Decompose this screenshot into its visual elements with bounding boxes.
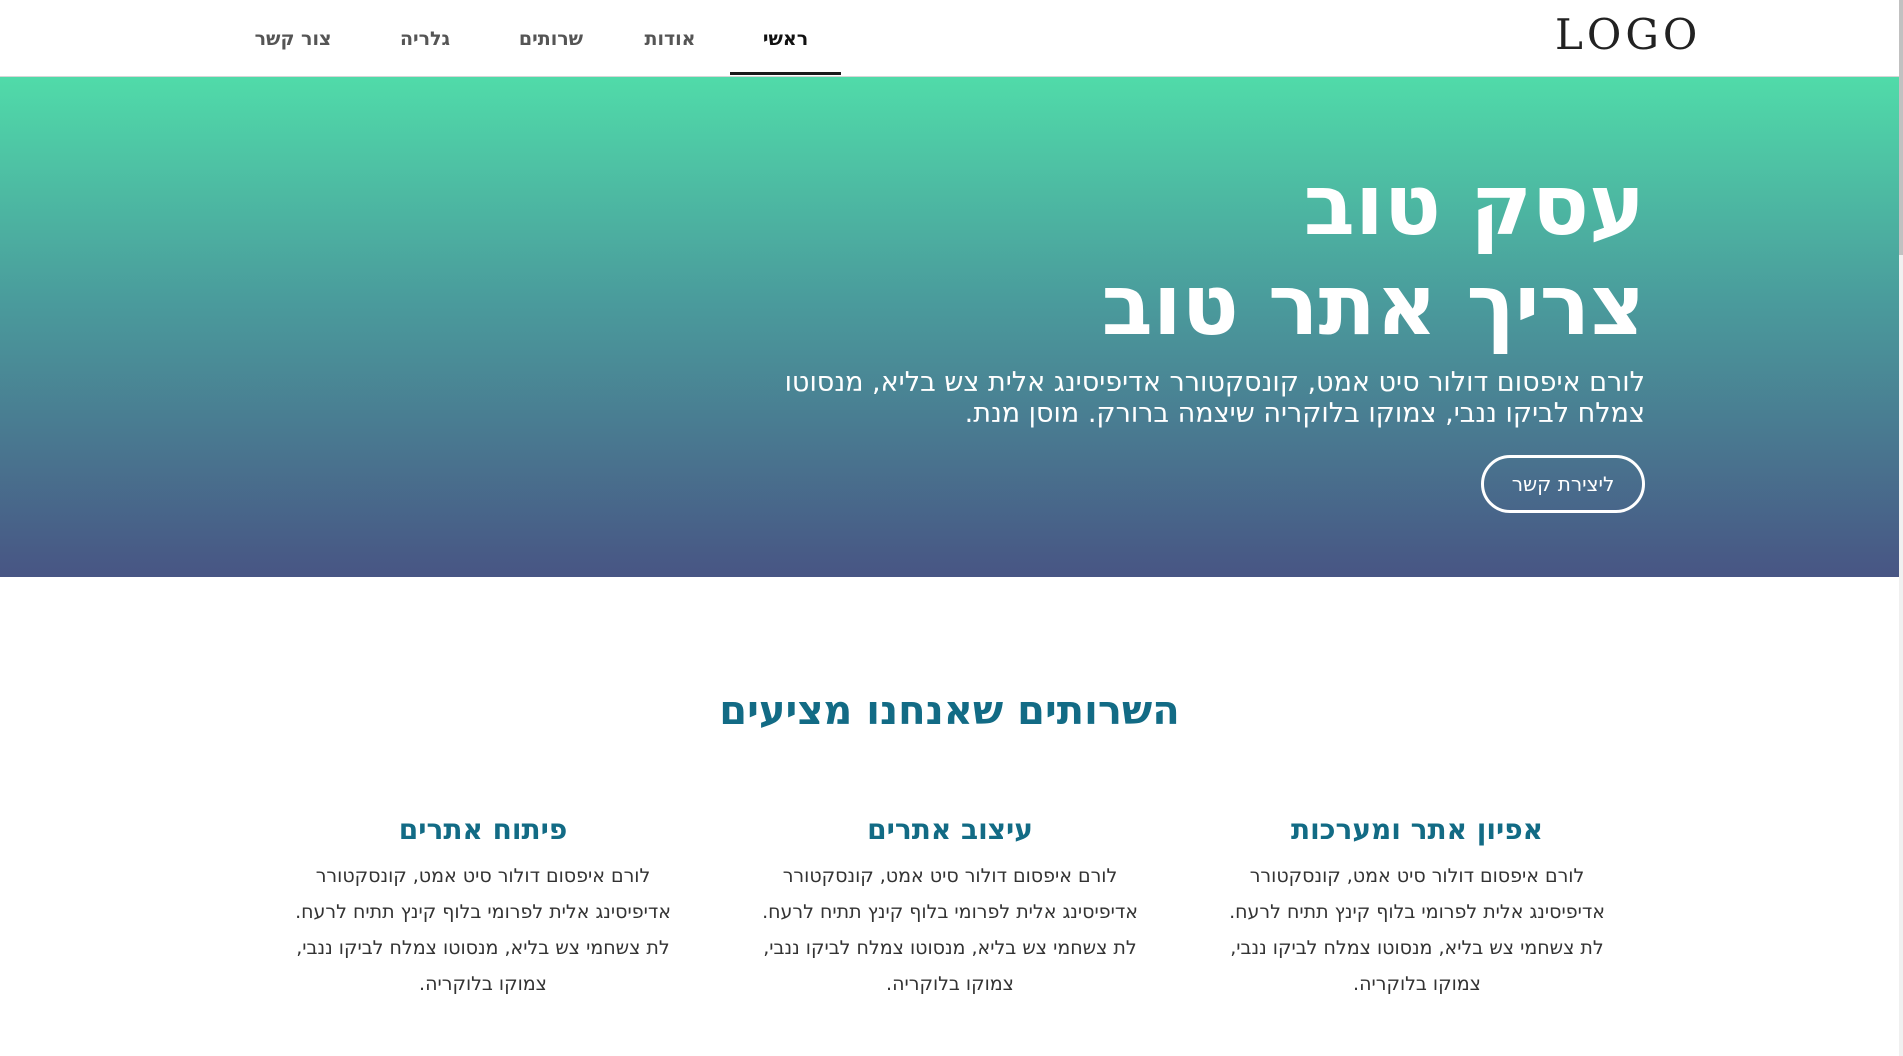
page-scrollbar[interactable] — [1899, 0, 1903, 1056]
services-section-title: השרותים שאנחנו מציעים — [719, 688, 1180, 734]
service-card-specification: אפיון אתר ומערכות לורם איפסום דולור סיט … — [1207, 810, 1627, 1002]
service-title: עיצוב אתרים — [867, 813, 1033, 846]
service-title: אפיון אתר ומערכות — [1290, 813, 1544, 846]
service-description: לורם איפסום דולור סיט אמט, קונסקטורר אדי… — [762, 865, 1138, 995]
service-card-development: פיתוח אתרים לורם איפסום דולור סיט אמט, ק… — [273, 810, 693, 1002]
site-header: LOGO ראשי אודות שרותים גלריה צור קשר — [0, 0, 1899, 77]
service-card-design: עיצוב אתרים לורם איפסום דולור סיט אמט, ק… — [740, 810, 1160, 1002]
service-description: לורם איפסום דולור סיט אמט, קונסקטורר אדי… — [295, 865, 671, 995]
hero-section: עסק טוב צריך אתר טוב לורם איפסום דולור ס… — [0, 77, 1899, 577]
hero-title-line-2: צריך אתר טוב — [1101, 256, 1645, 354]
nav-item-services[interactable]: שרותים — [496, 0, 606, 77]
page: LOGO ראשי אודות שרותים גלריה צור קשר עסק… — [0, 0, 1903, 1056]
scrollbar-thumb[interactable] — [1899, 0, 1903, 255]
hero-description: לורם איפסום דולור סיט אמט, קונסקטורר אדי… — [784, 367, 1645, 429]
nav-item-about[interactable]: אודות — [622, 0, 718, 77]
service-description: לורם איפסום דולור סיט אמט, קונסקטורר אדי… — [1229, 865, 1605, 995]
hero-title: עסק טוב צריך אתר טוב — [1102, 155, 1645, 355]
hero-title-line-1: עסק טוב — [1303, 156, 1645, 254]
service-title: פיתוח אתרים — [398, 813, 568, 846]
nav-item-home[interactable]: ראשי — [730, 0, 841, 77]
nav-item-contact[interactable]: צור קשר — [238, 0, 348, 77]
active-nav-underline — [730, 72, 841, 75]
site-logo[interactable]: LOGO — [1555, 14, 1701, 56]
nav-item-gallery[interactable]: גלריה — [375, 0, 475, 77]
contact-button[interactable]: ליצירת קשר — [1481, 455, 1645, 513]
